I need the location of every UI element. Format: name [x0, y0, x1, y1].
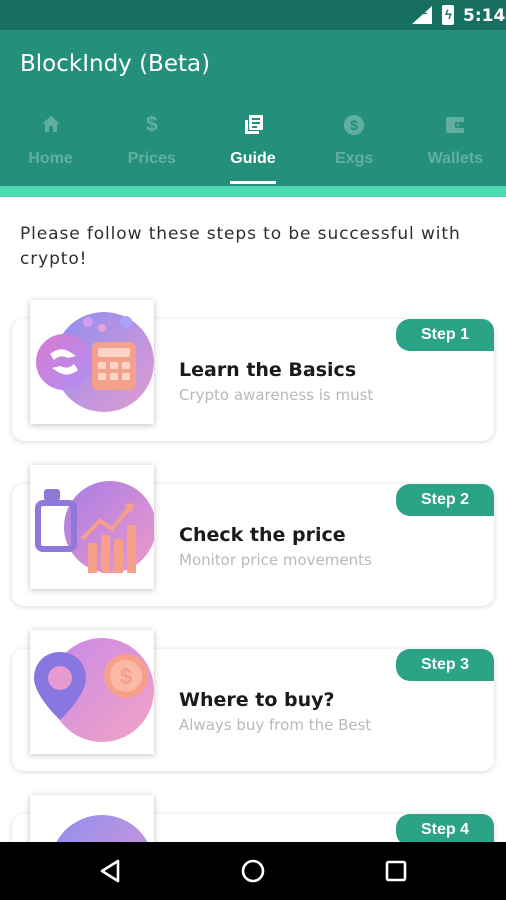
svg-text:$: $ — [350, 117, 358, 133]
tab-home[interactable]: Home — [0, 108, 101, 186]
tab-wallets-label: Wallets — [427, 150, 484, 167]
status-bar: LTE ϟ 5:14 — [0, 0, 506, 30]
price-chart-illustration — [30, 465, 154, 589]
calculator-hands-illustration — [30, 300, 154, 424]
guide-book-icon — [202, 114, 303, 136]
home-icon — [0, 114, 101, 136]
clock: 5:14 — [463, 6, 506, 26]
step-title: Where to buy? — [179, 689, 335, 711]
recents-icon[interactable] — [381, 856, 411, 886]
tab-exgs-label: Exgs — [335, 150, 374, 167]
app-bar: BlockIndy (Beta) Home $ Prices Guide $ E… — [0, 30, 506, 186]
charging-bolt-icon: ϟ — [445, 7, 452, 22]
step-subtitle: Crypto awareness is must — [179, 386, 374, 404]
tab-wallets[interactable]: Wallets — [405, 108, 506, 186]
tab-guide-label: Guide — [230, 150, 276, 167]
tab-prices[interactable]: $ Prices — [101, 108, 202, 186]
tab-exgs[interactable]: $ Exgs — [304, 108, 405, 186]
home-circle-icon[interactable] — [238, 856, 268, 886]
accent-strip — [0, 186, 506, 197]
step-subtitle: Monitor price movements — [179, 551, 372, 569]
active-tab-indicator — [230, 181, 276, 184]
system-nav-bar — [0, 842, 506, 900]
step-badge: Step 2 — [396, 484, 494, 516]
tab-home-label: Home — [28, 150, 73, 167]
svg-text:$: $ — [120, 664, 132, 689]
step-title: Learn the Basics — [179, 359, 357, 381]
step-subtitle: Always buy from the Best — [179, 716, 372, 734]
tab-guide[interactable]: Guide — [202, 108, 303, 186]
guide-intro: Please follow these steps to be successf… — [20, 224, 461, 269]
step-title: Check the price — [179, 524, 346, 546]
tab-bar: Home $ Prices Guide $ Exgs Wallets — [0, 108, 506, 186]
app-title: BlockIndy (Beta) — [20, 51, 211, 77]
step-badge: Step 3 — [396, 649, 494, 681]
coin-icon: $ — [304, 114, 405, 136]
location-coin-illustration: $ — [30, 630, 154, 754]
tab-prices-label: Prices — [127, 150, 176, 167]
wallet-icon — [405, 114, 506, 136]
dollar-icon: $ — [145, 113, 158, 136]
step-badge: Step 1 — [396, 319, 494, 351]
back-icon[interactable] — [96, 856, 126, 886]
network-type: LTE — [411, 7, 428, 17]
